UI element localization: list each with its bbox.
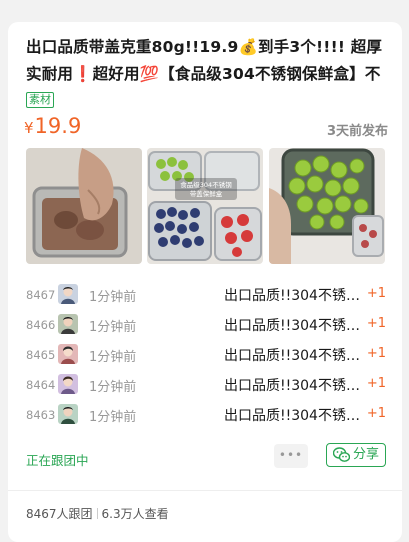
divider xyxy=(8,490,402,491)
photo-grid: 食品级304不锈钢 带盖保鲜盒 xyxy=(26,148,386,264)
svg-text:带盖保鲜盒: 带盖保鲜盒 xyxy=(190,189,223,198)
record-row[interactable]: 8467 1分钟前 出口品质!!304不锈钢保鲜盒 +1 xyxy=(26,282,386,312)
price: ¥19.9 xyxy=(24,114,82,138)
record-row[interactable]: 8463 1分钟前 出口品质!!304不锈钢保鲜盒 +1 xyxy=(26,402,386,432)
material-tag[interactable]: 素材 xyxy=(26,92,54,108)
group-buy-card[interactable]: 出口品质带盖克重80g!!19.9💰到手3个!!!! 超厚实耐用❗超好用💯【食品… xyxy=(8,22,402,542)
avatar xyxy=(58,374,78,394)
avatar xyxy=(58,284,78,304)
avatar xyxy=(58,344,78,364)
separator xyxy=(96,508,98,519)
record-row[interactable]: 8465 1分钟前 出口品质!!304不锈钢保鲜盒 +1 xyxy=(26,342,386,372)
posted-time: 3天前发布 xyxy=(326,124,388,139)
status-text: 正在跟团中 xyxy=(26,453,89,468)
more-dots-icon: ••• xyxy=(278,448,304,462)
product-photo-1[interactable] xyxy=(26,148,142,264)
post-title[interactable]: 出口品质带盖克重80g!!19.9💰到手3个!!!! 超厚实耐用❗超好用💯【食品… xyxy=(26,34,388,88)
footer-stats: 8467人跟团 6.3万人查看 xyxy=(26,505,169,522)
view-count: 6.3万人查看 xyxy=(101,507,169,521)
svg-text:食品级304不锈钢: 食品级304不锈钢 xyxy=(180,180,232,189)
wechat-icon xyxy=(332,447,351,463)
product-photo-3[interactable] xyxy=(269,148,385,264)
joined-count: 8467人跟团 xyxy=(26,507,93,521)
avatar xyxy=(58,404,78,424)
record-row[interactable]: 8466 1分钟前 出口品质!!304不锈钢保鲜盒 +1 xyxy=(26,312,386,342)
avatar xyxy=(58,314,78,334)
join-records: 8467 1分钟前 出口品质!!304不锈钢保鲜盒 +1 8466 1分钟前 出… xyxy=(26,282,386,432)
record-row[interactable]: 8464 1分钟前 出口品质!!304不锈钢保鲜盒 +1 xyxy=(26,372,386,402)
share-label: 分享 xyxy=(353,447,380,462)
price-row: ¥19.9 3天前发布 xyxy=(24,114,388,142)
share-button[interactable]: 分享 xyxy=(326,443,386,467)
more-button[interactable]: ••• xyxy=(274,444,308,468)
product-photo-2[interactable]: 食品级304不锈钢 带盖保鲜盒 xyxy=(147,148,263,264)
